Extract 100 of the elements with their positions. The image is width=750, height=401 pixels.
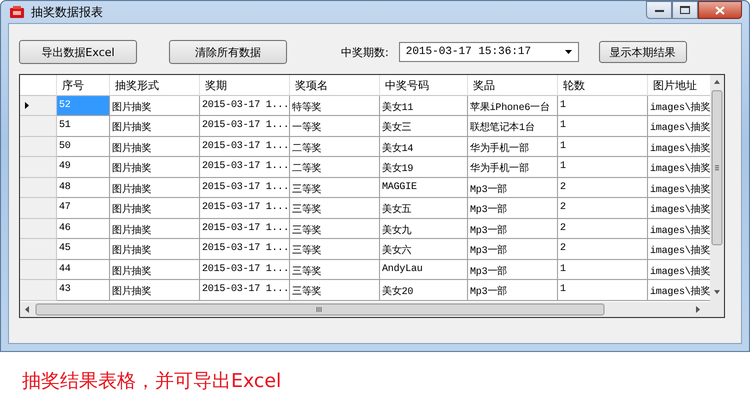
export-button[interactable]: 导出数据Excel (19, 40, 137, 64)
row-header[interactable] (20, 198, 57, 218)
table-cell: 二等奖 (290, 157, 380, 178)
table-cell: 三等奖 (290, 178, 380, 198)
table-cell: Mp3一部 (468, 260, 558, 280)
row-header[interactable] (20, 218, 57, 239)
table-cell: 2015-03-17 1... (200, 136, 290, 157)
table-cell: 三等奖 (290, 260, 380, 280)
row-header[interactable] (20, 239, 57, 260)
table-cell: 2 (558, 198, 648, 218)
period-label: 中奖期数: (341, 44, 389, 60)
table-cell: Mp3一部 (468, 280, 558, 300)
row-header[interactable] (20, 96, 57, 116)
table-cell: 1 (558, 116, 648, 136)
table-cell: 华为手机一部 (468, 136, 558, 157)
table-cell: 图片抽奖 (110, 198, 200, 218)
table-cell: 三等奖 (290, 198, 380, 218)
table-cell: images\抽奖 (648, 136, 710, 157)
table-cell: 二等奖 (290, 136, 380, 157)
table-cell: 美女九 (380, 218, 468, 239)
table-cell: 2015-03-17 1... (200, 280, 290, 300)
row-header[interactable] (20, 157, 57, 178)
table-cell: 1 (558, 280, 648, 300)
table-cell: 52 (57, 96, 110, 116)
table-cell: 2015-03-17 1... (200, 218, 290, 239)
maximize-button[interactable] (672, 1, 698, 19)
column-header[interactable]: 中奖号码 (380, 75, 468, 96)
table-cell: 美女五 (380, 198, 468, 218)
dropdown-arrow-icon (564, 50, 572, 54)
table-cell: 图片抽奖 (110, 260, 200, 280)
table-cell: images\抽奖 (648, 218, 710, 239)
table-cell: 图片抽奖 (110, 239, 200, 260)
minimize-button[interactable] (646, 1, 672, 19)
table-cell: 图片抽奖 (110, 96, 200, 116)
table-cell: 一等奖 (290, 116, 380, 136)
table-cell: 图片抽奖 (110, 157, 200, 178)
table-cell: 2015-03-17 1... (200, 96, 290, 116)
row-header[interactable] (20, 260, 57, 280)
table-cell: 2015-03-17 1... (200, 116, 290, 136)
close-button[interactable] (698, 1, 742, 19)
table-cell: images\抽奖 (648, 260, 710, 280)
table-cell: 1 (558, 260, 648, 280)
table-cell: 2 (558, 178, 648, 198)
table-cell: 图片抽奖 (110, 178, 200, 198)
show-results-button[interactable]: 显示本期结果 (598, 41, 687, 63)
header-corner (20, 75, 57, 96)
app-icon (9, 5, 25, 19)
column-header[interactable]: 奖期 (200, 75, 290, 96)
table-cell: 图片抽奖 (110, 116, 200, 136)
current-row-icon (25, 102, 29, 109)
table-cell: 苹果iPhone6一台 (468, 96, 558, 116)
row-header[interactable] (20, 280, 57, 300)
table-cell: 1 (558, 96, 648, 116)
table-cell: 美女11 (380, 96, 468, 116)
row-header[interactable] (20, 178, 57, 198)
period-dropdown[interactable]: 2015-03-17 15:36:17 (398, 42, 579, 62)
table-cell: Mp3一部 (468, 218, 558, 239)
table-cell: 三等奖 (290, 218, 380, 239)
table-cell: 2015-03-17 1... (200, 198, 290, 218)
column-header[interactable]: 序号 (57, 75, 110, 96)
table-cell: 美女三 (380, 116, 468, 136)
table-cell: Mp3一部 (468, 178, 558, 198)
row-header[interactable] (20, 136, 57, 157)
table-cell: 1 (558, 136, 648, 157)
table-cell: 美女14 (380, 136, 468, 157)
table-cell: AndyLau (380, 260, 468, 280)
table-cell: 2 (558, 218, 648, 239)
clear-button[interactable]: 清除所有数据 (169, 40, 287, 64)
table-cell: 46 (57, 218, 110, 239)
table-cell: 2015-03-17 1... (200, 178, 290, 198)
table-cell: 50 (57, 136, 110, 157)
maximize-icon (680, 6, 690, 14)
window-title: 抽奖数据报表 (31, 4, 104, 20)
table-cell: 2015-03-17 1... (200, 260, 290, 280)
table-cell: 49 (57, 157, 110, 178)
table-cell: 1 (558, 157, 648, 178)
column-header[interactable]: 奖品 (468, 75, 558, 96)
column-header[interactable]: 抽奖形式 (110, 75, 200, 96)
horizontal-scrollbar[interactable] (20, 302, 724, 317)
table-cell: 美女19 (380, 157, 468, 178)
table-cell: 美女20 (380, 280, 468, 300)
table-cell: 43 (57, 280, 110, 300)
caption-text: 抽奖结果表格，并可导出Excel (21, 369, 282, 394)
table-cell: 三等奖 (290, 239, 380, 260)
vertical-scrollbar[interactable] (710, 75, 724, 302)
table-cell: Mp3一部 (468, 239, 558, 260)
row-header[interactable] (20, 116, 57, 136)
table-cell: 2 (558, 239, 648, 260)
minimize-icon (654, 7, 664, 13)
table-cell: Mp3一部 (468, 198, 558, 218)
column-header[interactable]: 奖项名 (290, 75, 380, 96)
table-cell: MAGGIE (380, 178, 468, 198)
table-cell: images\抽奖 (648, 96, 710, 116)
table-cell: 华为手机一部 (468, 157, 558, 178)
table-cell: 2015-03-17 1... (200, 157, 290, 178)
table-cell: 美女六 (380, 239, 468, 260)
table-cell: 51 (57, 116, 110, 136)
column-header[interactable]: 轮数 (558, 75, 648, 96)
table-cell: 图片抽奖 (110, 136, 200, 157)
table-cell: 2015-03-17 1... (200, 239, 290, 260)
